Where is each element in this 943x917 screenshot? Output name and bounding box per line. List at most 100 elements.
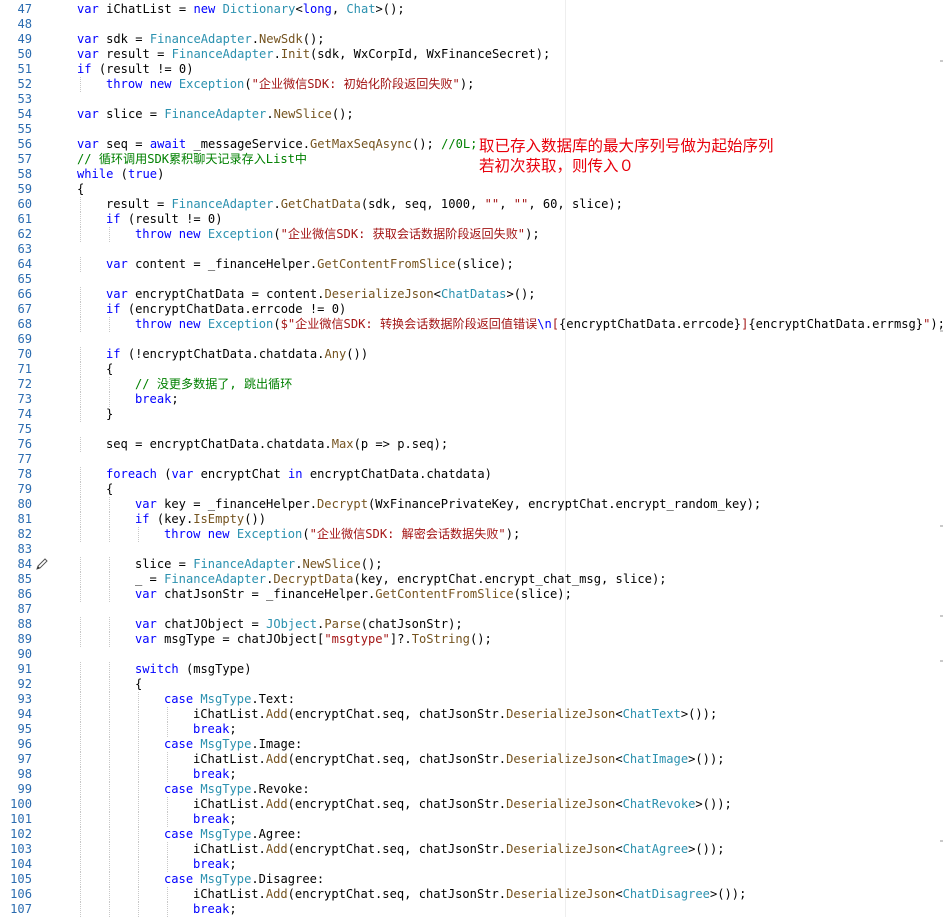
line-number: 77 [17,452,32,466]
code-line[interactable]: 96 case MsgType.Image: [0,737,943,752]
code-line[interactable]: 57 // 循环调用SDK累积聊天记录存入List中 [0,152,943,167]
code-line[interactable]: 64 var content = _financeHelper.GetConten… [0,257,943,272]
code-token: iChatList = [98,2,194,16]
code-token: IsEmpty [193,512,245,526]
code-line[interactable]: 50 var result = FinanceAdapter.Init(sdk, … [0,47,943,62]
code-line[interactable]: 73 break; [0,392,943,407]
code-line[interactable]: 81 if (key.IsEmpty()) [0,512,943,527]
code-line[interactable]: 69 [0,332,943,347]
code-token: (); [360,557,383,571]
line-number: 54 [17,107,32,121]
code-line[interactable]: 55 [0,122,943,137]
code-line[interactable]: 59 { [0,182,943,197]
code-line[interactable]: 78 foreach (var encryptChat in encryptCha… [0,467,943,482]
code-token: case [164,782,194,796]
code-line[interactable]: 94 iChatList.Add(encryptChat.seq, chatJso… [0,707,943,722]
code-line[interactable]: 82 throw new Exception("企业微信SDK: 解密会话数据失败… [0,527,943,542]
code-line[interactable]: 83 [0,542,943,557]
code-token: while [77,167,114,181]
code-line[interactable]: 79 { [0,482,943,497]
code-line[interactable]: 60 result = FinanceAdapter.GetChatData(sd… [0,197,943,212]
code-token: >()); [688,842,725,856]
code-line[interactable]: 92 { [0,677,943,692]
code-token: var [77,137,99,151]
code-line[interactable]: 75 [0,422,943,437]
code-line[interactable]: 90 [0,647,943,662]
indent-guide [138,797,139,812]
code-text: if (!encryptChatData.chatdata.Any()) [106,347,368,362]
code-token: // 循环调用SDK累积聊天记录存入List中 [77,152,308,166]
code-line[interactable]: 84 slice = FinanceAdapter.NewSlice(); [0,557,943,572]
code-line[interactable]: 54 var slice = FinanceAdapter.NewSlice(); [0,107,943,122]
code-line[interactable]: 72 // 没更多数据了, 跳出循环 [0,377,943,392]
code-line[interactable]: 95 break; [0,722,943,737]
code-line[interactable]: 67 if (encryptChatData.errcode != 0) [0,302,943,317]
code-line[interactable]: 88 var chatJObject = JObject.Parse(chatJs… [0,617,943,632]
code-line[interactable]: 47 var iChatList = new Dictionary<long, C… [0,2,943,17]
scrollbar-markers[interactable] [939,0,943,917]
code-token: ; [171,392,179,406]
code-line[interactable]: 63 [0,242,943,257]
code-line[interactable]: 98 break; [0,767,943,782]
code-line[interactable]: 87 [0,602,943,617]
code-line[interactable]: 76 seq = encryptChatData.chatdata.Max(p =… [0,437,943,452]
code-line[interactable]: 68 throw new Exception($"企业微信SDK: 转换会话数据阶… [0,317,943,332]
indent-guide [80,227,81,242]
indent-guide [167,887,168,902]
code-line[interactable]: 77 [0,452,943,467]
code-line[interactable]: 102 case MsgType.Agree: [0,827,943,842]
code-line[interactable]: 99 case MsgType.Revoke: [0,782,943,797]
indent-guide [109,737,110,752]
code-editor[interactable]: 47 var iChatList = new Dictionary<long, C… [0,0,943,917]
code-line[interactable]: 70 if (!encryptChatData.chatdata.Any()) [0,347,943,362]
code-line[interactable]: 105 case MsgType.Disagree: [0,872,943,887]
code-line[interactable]: 65 [0,272,943,287]
code-text: break; [193,902,237,917]
code-line[interactable]: 56 var seq = await _messageService.GetMax… [0,137,943,152]
code-line[interactable]: 104 break; [0,857,943,872]
indent-guide [80,662,81,677]
code-line[interactable]: 61 if (result != 0) [0,212,943,227]
code-line[interactable]: 49 var sdk = FinanceAdapter.NewSdk(); [0,32,943,47]
code-line[interactable]: 66 var encryptChatData = content.Deserial… [0,287,943,302]
code-line[interactable]: 97 iChatList.Add(encryptChat.seq, chatJso… [0,752,943,767]
line-number: 104 [10,857,32,871]
code-line[interactable]: 93 case MsgType.Text: [0,692,943,707]
code-line[interactable]: 85 _ = FinanceAdapter.DecryptData(key, en… [0,572,943,587]
code-line[interactable]: 58 while (true) [0,167,943,182]
code-line[interactable]: 53 [0,92,943,107]
indent-guide [109,752,110,767]
code-line[interactable]: 100 iChatList.Add(encryptChat.seq, chatJs… [0,797,943,812]
code-line[interactable]: 52 throw new Exception("企业微信SDK: 初始化阶段返回失… [0,77,943,92]
code-token: . [266,107,274,121]
code-line[interactable]: 91 switch (msgType) [0,662,943,677]
code-token: iChatList. [193,707,266,721]
line-number: 68 [17,317,32,331]
code-line[interactable]: 80 var key = _financeHelper.Decrypt(WxFin… [0,497,943,512]
code-token: iChatList. [193,797,266,811]
indent-guide [80,212,81,227]
code-line[interactable]: 106 iChatList.Add(encryptChat.seq, chatJs… [0,887,943,902]
code-token: Dictionary [222,2,296,16]
code-token: break [193,902,230,916]
indent-guide [80,572,81,587]
code-line[interactable]: 71 { [0,362,943,377]
code-line[interactable]: 48 [0,17,943,32]
code-line[interactable]: 74} [0,407,943,422]
code-line[interactable]: 89 var msgType = chatJObject["msgtype"]?.… [0,632,943,647]
indent-guide [167,767,168,782]
indent-guide [80,512,81,527]
code-token: var [135,617,157,631]
code-line[interactable]: 107 break; [0,902,943,917]
line-number: 84 [17,557,32,571]
code-line[interactable]: 51 if (result != 0) [0,62,943,77]
code-line[interactable]: 103 iChatList.Add(encryptChat.seq, chatJs… [0,842,943,857]
line-number: 98 [17,767,32,781]
line-number: 81 [17,512,32,526]
code-line[interactable]: 101 break; [0,812,943,827]
code-line[interactable]: 62 throw new Exception("企业微信SDK: 获取会话数据阶段… [0,227,943,242]
pencil-icon[interactable] [35,557,49,571]
code-line[interactable]: 86 var chatJsonStr = _financeHelper.GetCo… [0,587,943,602]
line-number: 92 [17,677,32,691]
